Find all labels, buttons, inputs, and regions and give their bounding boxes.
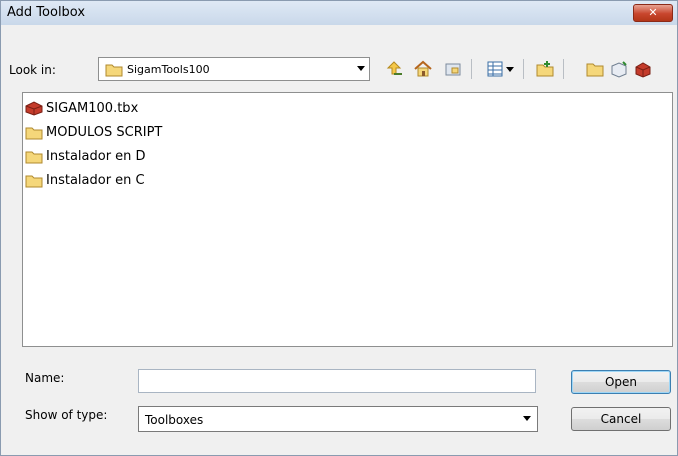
file-name: Instalador en C xyxy=(46,173,145,188)
toolbox-add-icon[interactable] xyxy=(633,59,653,79)
close-button[interactable]: ✕ xyxy=(633,4,673,22)
toolbox-icon xyxy=(25,101,43,116)
folder-icon xyxy=(105,64,123,77)
home-icon[interactable] xyxy=(413,59,433,79)
chevron-down-icon[interactable] xyxy=(523,416,531,421)
toolbar-separator xyxy=(471,59,472,79)
look-in-label: Look in: xyxy=(9,63,56,77)
open-button[interactable]: Open xyxy=(571,370,671,394)
view-details-icon[interactable] xyxy=(485,59,505,79)
show-of-type-label: Show of type: xyxy=(25,408,108,422)
name-input[interactable] xyxy=(138,369,536,393)
name-label: Name: xyxy=(25,371,65,385)
show-of-type-value: Toolboxes xyxy=(145,413,204,427)
folder-icon xyxy=(25,151,43,164)
up-one-level-icon[interactable] xyxy=(385,59,405,79)
file-name: SIGAM100.tbx xyxy=(46,101,139,116)
title-bar[interactable]: Add Toolbox ✕ xyxy=(1,1,677,25)
cancel-button[interactable]: Cancel xyxy=(571,407,671,431)
show-of-type-dropdown[interactable]: Toolboxes xyxy=(138,406,538,432)
file-name: MODULOS SCRIPT xyxy=(46,125,163,140)
file-list[interactable]: SIGAM100.tbx MODULOS SCRIPT Instalador e… xyxy=(22,92,673,347)
add-toolbox-dialog: Add Toolbox ✕ Look in: SigamTools100 SIG… xyxy=(0,0,678,456)
toolbar-separator xyxy=(563,59,564,79)
view-dropdown-icon[interactable] xyxy=(505,59,515,79)
folder-icon xyxy=(25,175,43,188)
chevron-down-icon[interactable] xyxy=(357,66,365,71)
toolbar-separator xyxy=(523,59,524,79)
chevron-down-icon[interactable] xyxy=(506,67,514,72)
connect-folder-icon[interactable] xyxy=(443,59,463,79)
file-name: Instalador en D xyxy=(46,149,146,164)
new-folder-icon[interactable] xyxy=(535,59,555,79)
folder-icon[interactable] xyxy=(585,59,605,79)
look-in-value: SigamTools100 xyxy=(127,63,210,76)
window-title: Add Toolbox xyxy=(7,5,86,20)
look-in-dropdown[interactable]: SigamTools100 xyxy=(98,57,370,81)
toolbox-new-icon[interactable] xyxy=(609,59,629,79)
folder-icon xyxy=(25,127,43,140)
